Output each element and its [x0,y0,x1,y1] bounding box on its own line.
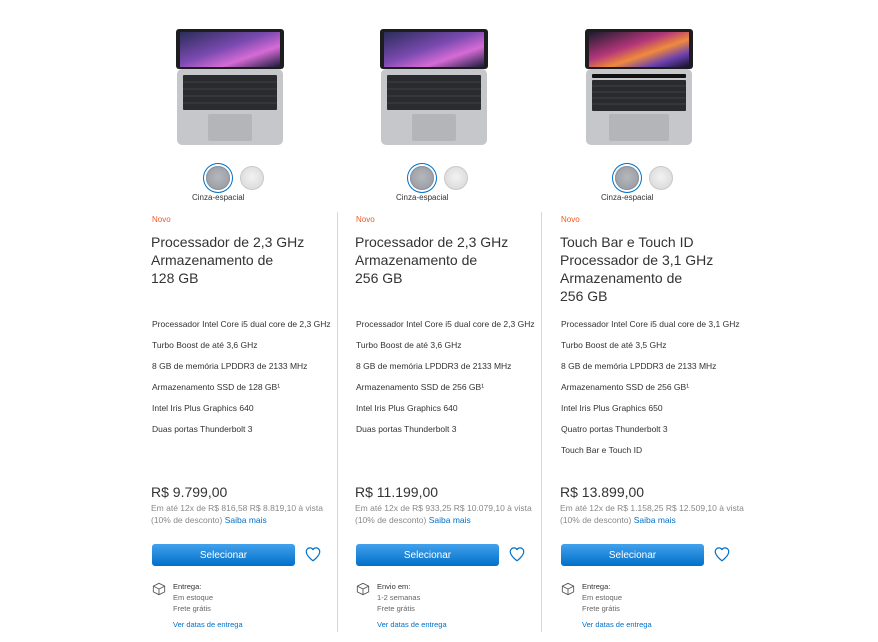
learn-more-link[interactable]: Saiba mais [225,515,267,525]
box-icon [152,582,166,596]
product-card-1: Cinza-espacial Novo Processador de 2,3 G… [150,0,346,642]
shipping-status: Em estoque [173,593,214,602]
box-icon [561,582,575,596]
select-button[interactable]: Selecionar [356,544,499,566]
product-title: Processador de 2,3 GHz Armazenamento de … [151,233,331,287]
price: R$ 11.199,00 [355,484,439,500]
spec-item: 8 GB de memória LPDDR3 de 2133 MHz [356,361,512,371]
learn-more-link[interactable]: Saiba mais [429,515,471,525]
spec-item: Intel Iris Plus Graphics 650 [561,403,663,413]
shipping-cost: Frete grátis [173,604,211,613]
product-card-3: Cinza-espacial Novo Touch Bar e Touch ID… [559,0,755,642]
new-badge: Novo [152,215,171,224]
shipping-cost: Frete grátis [377,604,415,613]
shipping-status: 1-2 semanas [377,593,421,602]
installment-info: Em até 12x de R$ 1.158,25 R$ 12.509,10 à… [560,502,745,526]
title-line: 256 GB [355,270,403,286]
title-line: Processador de 2,3 GHz [355,234,509,250]
spec-list: Processador Intel Core i5 dual core de 2… [356,318,541,444]
spec-item: 8 GB de memória LPDDR3 de 2133 MHz [561,361,717,371]
spec-item: Intel Iris Plus Graphics 640 [152,403,254,413]
shipping-status: Em estoque [582,593,623,602]
spec-item: Armazenamento SSD de 256 GB¹ [561,382,690,392]
spec-item: Armazenamento SSD de 256 GB¹ [356,382,485,392]
color-label: Cinza-espacial [396,193,449,202]
spec-list: Processador Intel Core i5 dual core de 2… [152,318,337,444]
spec-item: Processador Intel Core i5 dual core de 2… [356,319,535,329]
spec-item: Quatro portas Thunderbolt 3 [561,424,668,434]
title-line: 256 GB [560,288,608,304]
swatch-silver[interactable] [649,166,673,190]
spec-item: Turbo Boost de até 3,5 GHz [561,340,667,350]
color-label: Cinza-espacial [192,193,245,202]
spec-item: 8 GB de memória LPDDR3 de 2133 MHz [152,361,308,371]
select-button[interactable]: Selecionar [561,544,704,566]
new-badge: Novo [356,215,375,224]
price: R$ 9.799,00 [151,484,228,500]
learn-more-link[interactable]: Saiba mais [634,515,676,525]
macbook-pro-image[interactable] [376,28,492,146]
spec-item: Duas portas Thunderbolt 3 [152,424,253,434]
installment-info: Em até 12x de R$ 933,25 R$ 10.079,10 à v… [355,502,540,526]
shipping-heading: Envio em: [377,582,411,591]
spec-item: Processador Intel Core i5 dual core de 3… [561,319,740,329]
spec-list: Processador Intel Core i5 dual core de 3… [561,318,746,465]
new-badge: Novo [561,215,580,224]
spec-item: Touch Bar e Touch ID [561,445,643,455]
swatch-space-gray[interactable] [206,166,230,190]
title-line: Armazenamento de [151,252,274,268]
price: R$ 13.899,00 [560,484,645,500]
color-swatches [410,166,490,192]
shipping-cost: Frete grátis [582,604,620,613]
swatch-silver[interactable] [444,166,468,190]
swatch-space-gray[interactable] [410,166,434,190]
macbook-pro-image[interactable] [172,28,288,146]
swatch-silver[interactable] [240,166,264,190]
installment-info: Em até 12x de R$ 816,58 R$ 8.819,10 à vi… [151,502,336,526]
product-card-2: Cinza-espacial Novo Processador de 2,3 G… [354,0,550,642]
color-label: Cinza-espacial [601,193,654,202]
spec-item: Turbo Boost de até 3,6 GHz [356,340,462,350]
heart-icon[interactable] [304,545,322,563]
product-title: Processador de 2,3 GHz Armazenamento de … [355,233,535,287]
delivery-dates-link[interactable]: Ver datas de entrega [582,620,652,629]
spec-item: Processador Intel Core i5 dual core de 2… [152,319,331,329]
shipping-heading: Entrega: [582,582,611,591]
color-swatches [206,166,286,192]
title-line: Processador de 2,3 GHz [151,234,305,250]
delivery-dates-link[interactable]: Ver datas de entrega [173,620,243,629]
spec-item: Turbo Boost de até 3,6 GHz [152,340,258,350]
heart-icon[interactable] [713,545,731,563]
shipping-heading: Entrega: [173,582,202,591]
title-line: 128 GB [151,270,199,286]
color-swatches [615,166,695,192]
spec-item: Duas portas Thunderbolt 3 [356,424,457,434]
product-title: Touch Bar e Touch ID Processador de 3,1 … [560,233,740,305]
delivery-dates-link[interactable]: Ver datas de entrega [377,620,447,629]
title-line: Armazenamento de [355,252,478,268]
macbook-pro-touch-bar-image[interactable] [581,28,697,146]
title-line: Processador de 3,1 GHz [560,252,714,268]
swatch-space-gray[interactable] [615,166,639,190]
title-line: Armazenamento de [560,270,683,286]
heart-icon[interactable] [508,545,526,563]
spec-item: Intel Iris Plus Graphics 640 [356,403,458,413]
box-icon [356,582,370,596]
title-line: Touch Bar e Touch ID [560,234,694,250]
spec-item: Armazenamento SSD de 128 GB¹ [152,382,281,392]
select-button[interactable]: Selecionar [152,544,295,566]
